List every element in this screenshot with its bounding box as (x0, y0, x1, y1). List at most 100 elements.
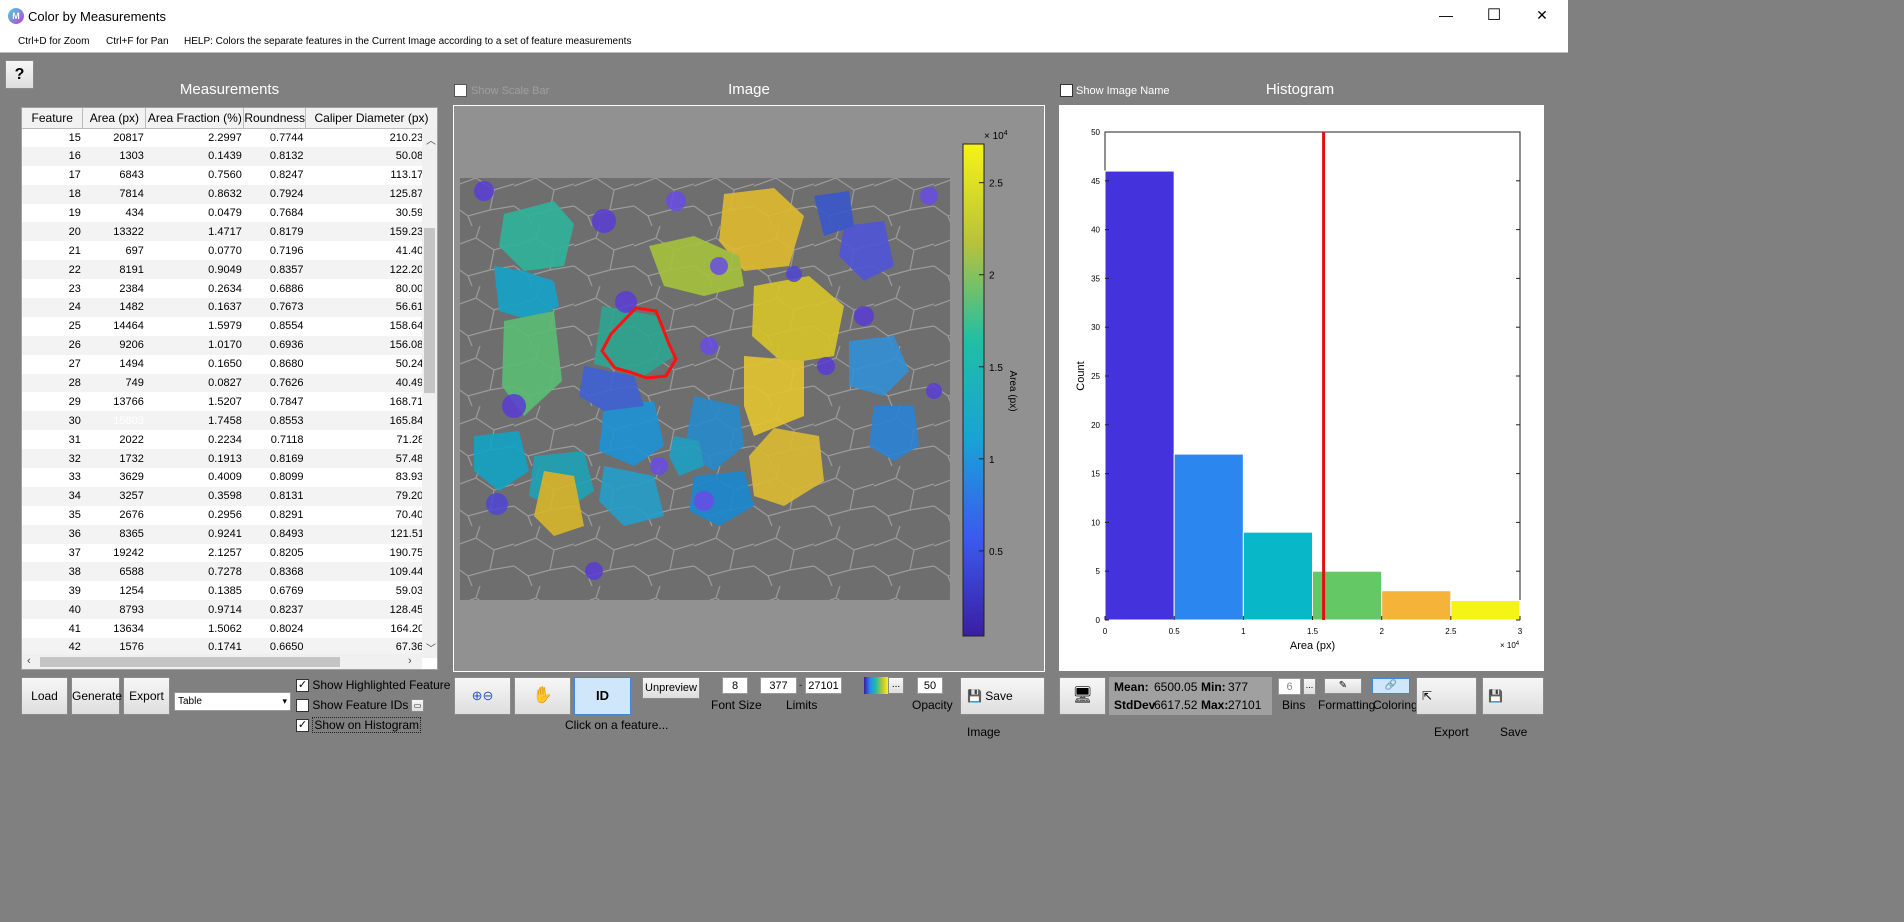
table-cell[interactable]: 0.8493 (243, 524, 306, 544)
table-cell[interactable]: 57.4891 (305, 449, 437, 469)
table-cell[interactable]: 8191 (82, 260, 146, 280)
table-cell[interactable]: 19242 (83, 544, 146, 563)
table-cell[interactable]: 83.9345 (306, 468, 437, 487)
table-cell[interactable]: 0.7278 (145, 562, 244, 582)
table-cell[interactable]: 0.8024 (244, 619, 306, 638)
table-cell[interactable]: 79.2023 (305, 486, 437, 506)
show-image-name-checkbox[interactable] (1060, 84, 1073, 97)
dock-button[interactable]: 🖥 (1059, 677, 1106, 715)
table-cell[interactable]: 41.4005 (306, 241, 437, 260)
zoom-in-out-button[interactable]: ⊕⊖ (454, 677, 511, 715)
table-row[interactable]: 15 20817 2.2997 0.7744 210.2380 (22, 128, 437, 147)
vertical-scroll-thumb[interactable] (424, 228, 435, 393)
table-cell[interactable]: 50.0899 (305, 146, 437, 166)
table-cell[interactable]: 24 (22, 298, 83, 317)
table-cell[interactable]: 9206 (82, 335, 146, 355)
table-cell[interactable]: 109.4441 (305, 562, 437, 582)
table-cell[interactable]: 1.4717 (145, 222, 244, 242)
table-cell[interactable]: 164.2011 (306, 619, 437, 638)
table-cell[interactable]: 40 (22, 600, 83, 620)
table-cell[interactable]: 0.9714 (145, 600, 244, 620)
table-cell[interactable]: 71.2811 (306, 430, 437, 449)
unpreview-button[interactable]: Unpreview (642, 677, 700, 699)
horizontal-scroll-thumb[interactable] (40, 657, 340, 667)
table-cell[interactable]: 0.8632 (145, 184, 244, 204)
table-cell[interactable]: 0.8554 (244, 317, 306, 336)
column-header[interactable]: Feature (22, 108, 84, 129)
id-button[interactable]: ID (574, 677, 631, 715)
minimize-button[interactable]: — (1422, 0, 1470, 31)
table-cell[interactable]: 697 (83, 241, 146, 260)
table-cell[interactable]: 0.7626 (243, 373, 306, 393)
table-row[interactable]: 18 7814 0.8632 0.7924 125.8730 (22, 184, 437, 204)
table-cell[interactable]: 1254 (83, 581, 146, 600)
table-cell[interactable]: 29 (22, 392, 83, 411)
table-cell[interactable]: 13766 (83, 392, 146, 411)
table-cell[interactable]: 0.6886 (244, 279, 306, 298)
table-cell[interactable]: 749 (82, 373, 146, 393)
generate-button[interactable]: Generate (71, 677, 122, 715)
segmented-image[interactable]: 2.5 2 1.5 1 0.5 × 104 Area (px) (454, 106, 1044, 671)
formatting-button[interactable]: ✎ (1324, 678, 1362, 694)
table-cell[interactable]: 19 (22, 204, 83, 223)
table-cell[interactable]: 0.7684 (244, 204, 306, 223)
table-cell[interactable]: 8793 (82, 600, 146, 620)
table-cell[interactable]: 15 (22, 128, 83, 147)
table-row[interactable]: 32 1732 0.1913 0.8169 57.4891 (22, 449, 437, 469)
table-cell[interactable]: 0.0770 (146, 241, 244, 260)
table-cell[interactable]: 0.8132 (243, 146, 306, 166)
table-cell[interactable]: 23 (22, 279, 83, 298)
table-cell[interactable]: 0.8205 (244, 544, 306, 563)
display-mode-dropdown[interactable]: Table ▾ (174, 692, 291, 711)
table-cell[interactable]: 158.6474 (306, 317, 437, 336)
table-cell[interactable]: 1303 (82, 146, 146, 166)
table-cell[interactable]: 13634 (83, 619, 146, 638)
pan-button[interactable]: ✋ (514, 677, 571, 715)
table-cell[interactable]: 25 (22, 317, 83, 336)
table-cell[interactable]: 20817 (83, 128, 146, 147)
table-row[interactable]: 25 14464 1.5979 0.8554 158.6474 (22, 317, 437, 336)
table-cell[interactable]: 31 (22, 430, 83, 449)
table-cell[interactable]: 6843 (83, 166, 146, 185)
table-cell[interactable]: 0.8247 (244, 166, 306, 185)
table-cell[interactable]: 18 (22, 184, 83, 204)
table-row[interactable]: 35 2676 0.2956 0.8291 70.4060 (22, 506, 437, 525)
table-cell[interactable]: 2.1257 (146, 544, 244, 563)
coloring-button[interactable]: 🔗 (1372, 678, 1410, 694)
table-row[interactable]: 27 1494 0.1650 0.8680 50.2494 (22, 355, 437, 374)
table-cell[interactable]: 3257 (82, 486, 146, 506)
table-row[interactable]: 20 13322 1.4717 0.8179 159.2388 (22, 222, 437, 242)
table-row[interactable]: 41 13634 1.5062 0.8024 164.2011 (22, 619, 437, 638)
save-image-button[interactable]: 💾 Save Image (960, 677, 1045, 739)
table-cell[interactable]: 0.8291 (244, 506, 306, 525)
table-cell[interactable]: 0.1439 (145, 146, 244, 166)
table-row[interactable]: 24 1482 0.1637 0.7673 56.6127 (22, 298, 437, 317)
export-histogram-button[interactable]: ⇱ Export (1416, 677, 1477, 739)
table-cell[interactable]: 1494 (83, 355, 146, 374)
table-cell[interactable]: 35 (22, 506, 83, 525)
table-cell[interactable]: 0.6936 (243, 335, 306, 355)
table-row[interactable]: 28 749 0.0827 0.7626 40.4969 (22, 373, 437, 393)
table-cell[interactable]: 0.3598 (145, 486, 244, 506)
table-cell[interactable]: 0.7196 (244, 241, 306, 260)
table-cell[interactable]: 2384 (83, 279, 146, 298)
scroll-up-icon[interactable]: ︿ (426, 132, 436, 147)
table-cell[interactable]: 121.5113 (305, 524, 437, 544)
table-row[interactable]: 29 13766 1.5207 0.7847 168.7157 (22, 392, 437, 411)
bins-options-button[interactable]: ... (1303, 678, 1316, 695)
scroll-right-icon[interactable]: › (408, 655, 412, 667)
table-cell[interactable]: 3629 (83, 468, 146, 487)
table-row[interactable]: 23 2384 0.2634 0.6886 80.0063 (22, 279, 437, 298)
table-cell[interactable]: 0.8553 (243, 411, 306, 431)
table-cell[interactable]: 2676 (83, 506, 146, 525)
table-cell[interactable]: 128.4562 (305, 600, 437, 620)
maximize-button[interactable]: ☐ (1470, 0, 1518, 31)
table-cell[interactable]: 28 (22, 373, 83, 393)
table-cell[interactable]: 0.8357 (243, 260, 306, 280)
table-cell[interactable]: 1.5062 (146, 619, 244, 638)
table-row[interactable]: 40 8793 0.9714 0.8237 128.4562 (22, 600, 437, 620)
column-header[interactable]: Area (px) (82, 108, 147, 129)
table-cell[interactable]: 13322 (82, 222, 146, 242)
table-cell[interactable]: 14464 (83, 317, 146, 336)
table-cell[interactable]: 1.0170 (145, 335, 244, 355)
